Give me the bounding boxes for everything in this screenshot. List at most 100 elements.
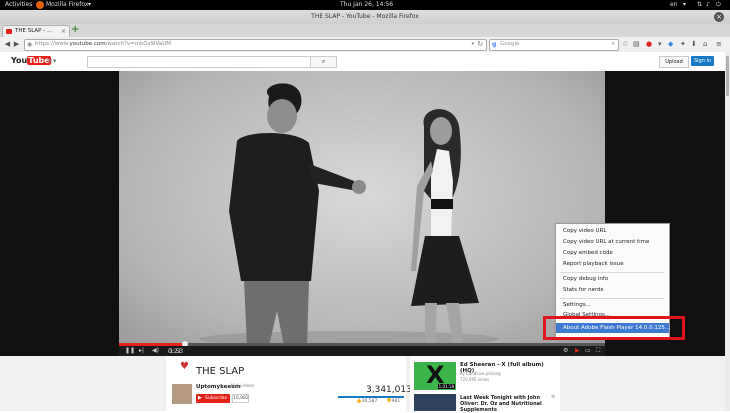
menu-copy-video-url-time[interactable]: Copy video URL at current time bbox=[563, 239, 649, 245]
youtube-search-button[interactable]: ⌕ bbox=[310, 56, 337, 68]
related-thumb-john-oliver[interactable] bbox=[414, 394, 456, 411]
man-figure bbox=[229, 83, 366, 346]
subscribe-play-icon: ▶ bbox=[198, 395, 202, 401]
related-videos: X 1:01:18 Ed Sheeran - X (full album) (H… bbox=[410, 356, 560, 413]
pause-icon[interactable]: ❚❚ bbox=[125, 347, 135, 355]
bookmark-star-icon[interactable]: ☆ bbox=[622, 40, 628, 49]
reload-icon[interactable]: ↻ bbox=[477, 40, 483, 48]
search-bar[interactable]: g Google ⌕ bbox=[489, 39, 619, 51]
youtube-logo[interactable]: YouTube bbox=[11, 56, 51, 65]
window-titlebar: THE SLAP - YouTube - Mozilla Firefox × bbox=[0, 10, 730, 25]
window-title: THE SLAP - YouTube - Mozilla Firefox bbox=[311, 13, 419, 20]
subscribe-button[interactable]: ▶ Subscribe bbox=[196, 394, 230, 403]
menu-stats-for-nerds[interactable]: Stats for nerds bbox=[563, 287, 604, 293]
page-scrollbar-thumb[interactable] bbox=[726, 56, 729, 96]
home-icon[interactable]: ⌂ bbox=[703, 40, 707, 49]
video-info-card: ♥ THE SLAP Uptomykeeem 494 videos ▶ Subs… bbox=[166, 356, 412, 411]
channel-avatar[interactable] bbox=[172, 384, 192, 404]
subscribe-label: Subscribe bbox=[205, 395, 228, 401]
menu-copy-debug-info[interactable]: Copy debug info bbox=[563, 276, 608, 282]
firefox-icon bbox=[36, 1, 44, 9]
youtube-search-input[interactable] bbox=[87, 56, 311, 68]
menu-report-playback[interactable]: Report playback issue bbox=[563, 261, 624, 267]
search-magnifier-icon[interactable]: ⌕ bbox=[612, 40, 615, 48]
like-count[interactable]: 👍36,587 bbox=[356, 399, 377, 404]
woman-figure bbox=[411, 109, 479, 346]
url-path: /watch?v=mkOz9lVaUM bbox=[105, 41, 172, 47]
volume-player-icon[interactable]: ◀) bbox=[152, 347, 159, 355]
related-duration-badge: 1:01:18 bbox=[437, 384, 455, 389]
activities-button[interactable]: Activities bbox=[5, 1, 32, 9]
time-total: 1:53 bbox=[169, 348, 184, 355]
channel-logo-icon: ♥ bbox=[180, 361, 189, 372]
site-identity-globe-icon[interactable]: ◉ bbox=[27, 41, 32, 48]
menu-copy-video-url[interactable]: Copy video URL bbox=[563, 228, 606, 234]
tab-bar: THE SLAP - ... × + bbox=[0, 24, 730, 38]
related-thumb-ed-sheeran[interactable]: X 1:01:18 bbox=[414, 361, 456, 390]
addon-settings-icon[interactable]: ✦ bbox=[680, 40, 686, 49]
channel-video-count: 494 videos bbox=[230, 384, 255, 389]
volume-icon[interactable]: ♪ bbox=[706, 1, 710, 9]
menu-separator bbox=[560, 298, 664, 299]
guide-menu-icon[interactable]: ≡▾ bbox=[47, 57, 56, 65]
url-bar[interactable]: ◉ https://www.youtube.com/watch?v=mkOz9l… bbox=[24, 39, 487, 51]
menu-copy-embed-code[interactable]: Copy embed code bbox=[563, 250, 613, 256]
related-channel[interactable]: by bandlove.philang bbox=[460, 371, 501, 376]
app-menu[interactable]: Mozilla Firefox bbox=[46, 1, 88, 9]
addon-blue-icon[interactable]: ◆ bbox=[668, 40, 673, 49]
url-prefix: https://www. bbox=[35, 41, 70, 47]
page-scrollbar[interactable] bbox=[725, 52, 730, 411]
logo-you: You bbox=[11, 56, 28, 65]
theater-mode-icon[interactable]: ▭ bbox=[585, 347, 591, 355]
video-scene bbox=[199, 83, 499, 346]
likes-value: 36,587 bbox=[361, 399, 378, 404]
addon-red-icon[interactable]: ● bbox=[646, 40, 652, 49]
player-controls: ❚❚ ▸| ◀) 0:21 / 1:53 ⚙ ▶ ▭ ⛶ bbox=[119, 346, 605, 356]
time-display: 0:21 / 1:53 bbox=[168, 348, 184, 355]
back-arrow-icon[interactable]: ◀ bbox=[3, 40, 12, 49]
sign-in-button[interactable]: Sign in bbox=[691, 56, 714, 66]
related-title[interactable]: Last Week Tonight with John Oliver: Dr. … bbox=[460, 395, 550, 413]
youtube-search-icon: ⌕ bbox=[321, 58, 326, 65]
view-count: 3,341,013 bbox=[366, 385, 412, 395]
subscriber-count: 10,982 bbox=[232, 394, 249, 403]
navigation-bar: ◀ ▶ ◉ https://www.youtube.com/watch?v=mk… bbox=[0, 37, 730, 53]
bookmarks-list-icon[interactable]: ▤ bbox=[633, 40, 640, 49]
like-ratio-bar bbox=[338, 396, 404, 398]
search-placeholder: Google bbox=[500, 41, 520, 47]
fullscreen-icon[interactable]: ⛶ bbox=[596, 347, 600, 355]
url-host: youtube.com bbox=[69, 41, 106, 47]
clock[interactable]: Thu Jan 26, 14:56 bbox=[340, 1, 393, 9]
upload-button[interactable]: Upload bbox=[659, 56, 689, 68]
language-indicator[interactable]: en bbox=[670, 1, 678, 9]
related-views: 720,995 views bbox=[460, 377, 490, 382]
video-frame[interactable] bbox=[119, 71, 605, 346]
related-menu-icon[interactable]: ≡ bbox=[551, 394, 555, 400]
video-title: THE SLAP bbox=[196, 366, 245, 377]
url-dropdown-icon[interactable]: ▾ bbox=[471, 41, 474, 47]
app-menu-chevron-icon[interactable]: ▾ bbox=[88, 1, 91, 9]
menu-hamburger-icon[interactable]: ≡ bbox=[716, 40, 722, 49]
youtube-favicon-icon bbox=[6, 29, 12, 34]
new-tab-plus-icon[interactable]: + bbox=[71, 24, 79, 35]
gnome-top-bar: Activities Mozilla Firefox ▾ Thu Jan 26,… bbox=[0, 0, 730, 10]
url-text[interactable]: https://www.youtube.com/watch?v=mkOz9lVa… bbox=[35, 41, 171, 47]
menu-settings[interactable]: Settings... bbox=[563, 302, 591, 308]
google-engine-icon[interactable]: g bbox=[492, 41, 496, 48]
dislikes-value: 981 bbox=[391, 399, 401, 404]
next-icon[interactable]: ▸| bbox=[139, 347, 144, 355]
downloads-icon[interactable]: ⬇ bbox=[691, 40, 697, 49]
forward-arrow-icon[interactable]: ▶ bbox=[12, 40, 21, 49]
tab-close-icon[interactable]: × bbox=[61, 28, 66, 35]
network-icon[interactable]: ⇅ bbox=[697, 1, 702, 9]
menu-separator bbox=[560, 272, 664, 273]
dislike-count[interactable]: 👎981 bbox=[386, 399, 400, 404]
youtube-button-icon[interactable]: ▶ bbox=[575, 347, 580, 355]
tab-label: THE SLAP - ... bbox=[15, 28, 53, 34]
power-icon[interactable]: ⏻ bbox=[716, 1, 721, 9]
language-chevron-icon[interactable]: ▾ bbox=[683, 1, 686, 9]
addon-chevron-icon[interactable]: ▾ bbox=[658, 40, 662, 49]
youtube-header: YouTube ≡▾ ⌕ Upload Sign in bbox=[0, 52, 725, 72]
window-close-icon[interactable]: × bbox=[714, 12, 724, 22]
settings-gear-icon[interactable]: ⚙ bbox=[563, 347, 568, 355]
